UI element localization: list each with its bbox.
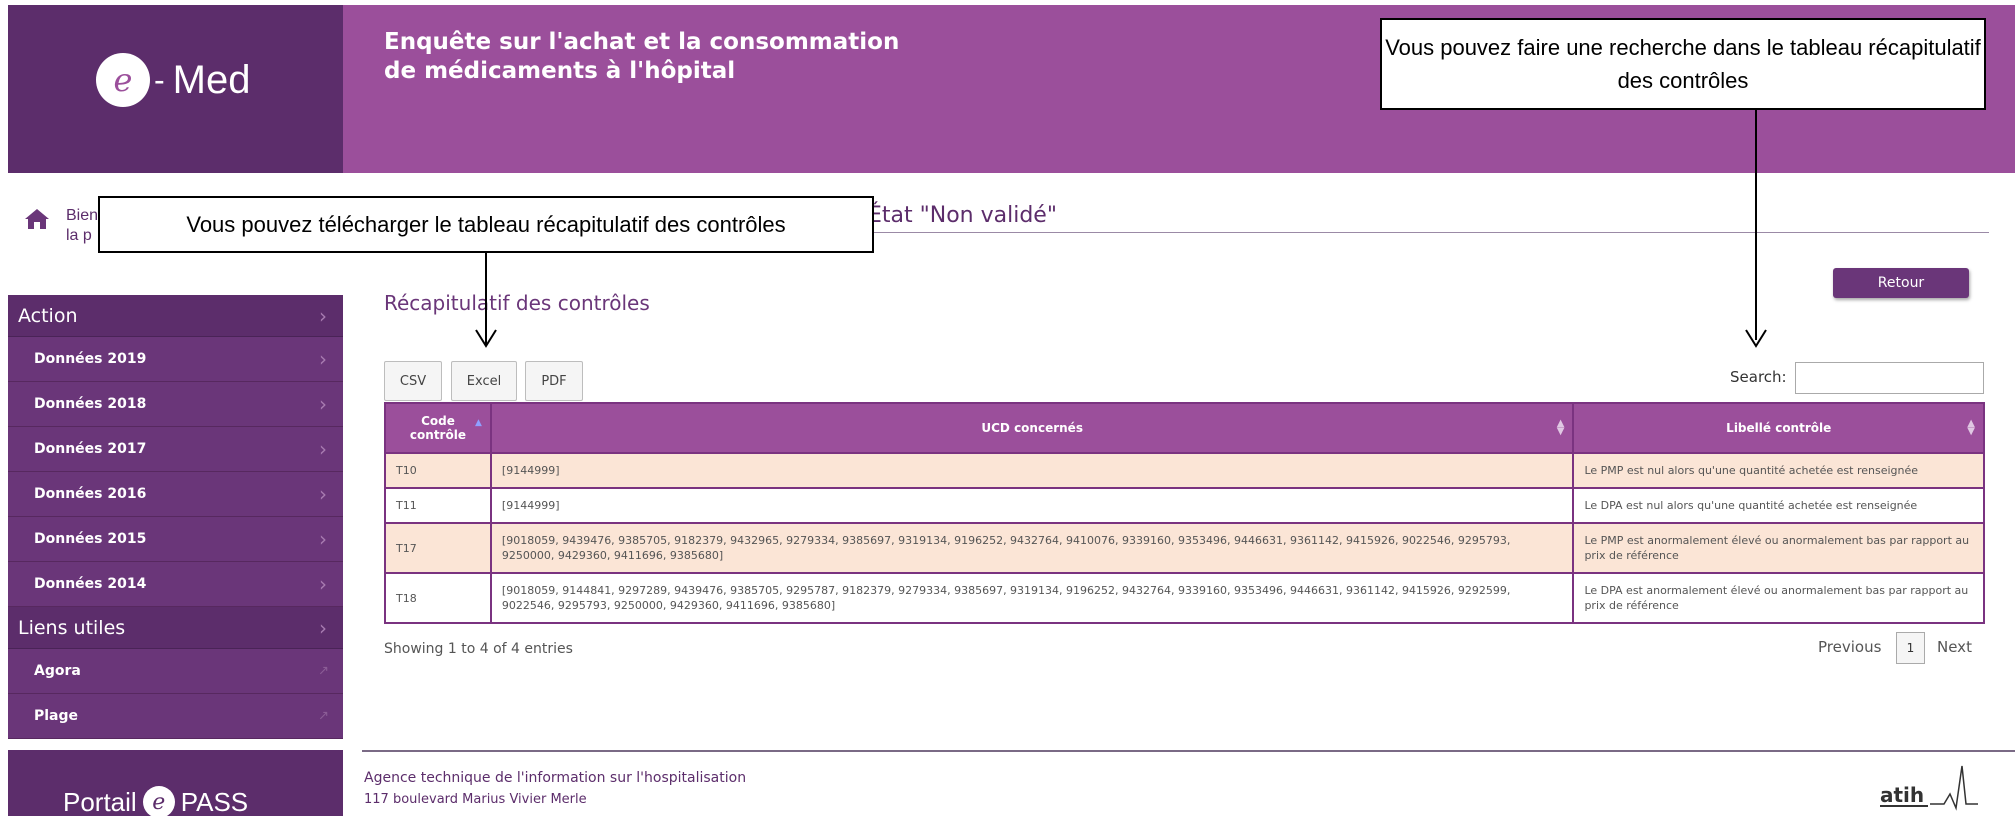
- cell-ucd: [9018059, 9439476, 9385705, 9182379, 943…: [489, 522, 1575, 574]
- chevron-right-icon: ›: [319, 392, 327, 416]
- footer-address: 117 boulevard Marius Vivier Merle: [364, 792, 587, 807]
- col-header-libelle-label: Libellé contrôle: [1726, 421, 1832, 435]
- cell-code: T10: [384, 452, 492, 489]
- heading-line-1: Enquête sur l'achat et la consommation: [384, 29, 900, 55]
- csv-export-button[interactable]: CSV: [384, 361, 442, 401]
- sidebar-section-liens-utiles[interactable]: Liens utiles ›: [8, 607, 343, 649]
- cell-ucd: [9144999]: [489, 452, 1575, 489]
- retour-button[interactable]: Retour: [1833, 268, 1969, 298]
- sidebar-item-label: Agora: [34, 663, 81, 679]
- sidebar-item-donnees-2016[interactable]: Données 2016 ›: [8, 472, 343, 517]
- sidebar-item-label: Plage: [34, 708, 79, 724]
- col-header-code[interactable]: Code contrôle ▲: [384, 402, 492, 454]
- sidebar-item-donnees-2019[interactable]: Données 2019 ›: [8, 337, 343, 382]
- page-heading: Enquête sur l'achat et la consommation d…: [384, 28, 1084, 86]
- sort-icon: ▲ ▼: [1556, 418, 1565, 437]
- sort-asc-icon: ▲: [475, 418, 482, 428]
- footer-divider: [362, 750, 2015, 752]
- table-row: T11 [9144999] Le DPA est nul alors qu'un…: [384, 487, 1985, 524]
- chevron-right-icon: ›: [319, 572, 327, 596]
- sidebar-link-agora[interactable]: Agora ↗: [8, 649, 343, 694]
- col-header-libelle[interactable]: Libellé contrôle ▲ ▼: [1572, 402, 1985, 454]
- logo-dash: -: [154, 61, 165, 98]
- sidebar-item-label: Données 2014: [34, 576, 147, 592]
- section-title: Récapitulatif des contrôles: [384, 291, 650, 315]
- external-link-icon: ↗: [318, 708, 329, 724]
- sidebar-item-label: Données 2019: [34, 351, 147, 367]
- portail-pass-logo[interactable]: Portail e PASS: [8, 750, 343, 816]
- col-header-ucd[interactable]: UCD concernés ▲ ▼: [489, 402, 1575, 454]
- footer-org-name: Agence technique de l'information sur l'…: [364, 770, 747, 786]
- download-callout: Vous pouvez télécharger le tableau récap…: [98, 196, 874, 253]
- cell-ucd: [9018059, 9144841, 9297289, 9439476, 938…: [489, 572, 1575, 624]
- chevron-right-icon: ›: [319, 527, 327, 551]
- sidebar: Action › Données 2019 › Données 2018 › D…: [8, 295, 343, 739]
- col-header-ucd-label: UCD concernés: [981, 421, 1083, 435]
- breadcrumb: Bien la p: [66, 206, 98, 246]
- chevron-right-icon: ›: [319, 347, 327, 371]
- cell-code: T18: [384, 572, 492, 624]
- excel-export-button[interactable]: Excel: [451, 361, 517, 401]
- col-header-code-line2: contrôle: [409, 428, 466, 442]
- cell-libelle: Le DPA est anormalement élevé ou anormal…: [1572, 572, 1985, 624]
- cell-libelle: Le PMP est nul alors qu'une quantité ach…: [1572, 452, 1985, 489]
- previous-page-button[interactable]: Previous: [1818, 638, 1881, 656]
- portail-e-circle: e: [142, 786, 175, 816]
- breadcrumb-line-1: Bien: [66, 207, 99, 224]
- chevron-right-icon: ›: [319, 482, 327, 506]
- chevron-right-icon: ›: [319, 303, 327, 328]
- sidebar-item-label: Données 2018: [34, 396, 147, 412]
- cell-libelle: Le DPA est nul alors qu'une quantité ach…: [1572, 487, 1985, 524]
- sidebar-section-label: Action: [18, 304, 78, 327]
- chevron-right-icon: ›: [319, 437, 327, 461]
- svg-text:atih: atih: [1880, 783, 1924, 807]
- sidebar-item-donnees-2017[interactable]: Données 2017 ›: [8, 427, 343, 472]
- status-state: État "Non validé": [868, 203, 1057, 228]
- search-label: Search:: [1730, 368, 1787, 386]
- table-row: T17 [9018059, 9439476, 9385705, 9182379,…: [384, 522, 1985, 574]
- page-1-button[interactable]: 1: [1896, 632, 1925, 664]
- pdf-export-button[interactable]: PDF: [525, 361, 583, 401]
- pass-label: PASS: [180, 786, 249, 816]
- heading-line-2: de médicaments à l'hôpital: [384, 58, 736, 84]
- atih-logo[interactable]: atih: [1878, 764, 1988, 816]
- sidebar-section-action[interactable]: Action ›: [8, 295, 343, 337]
- search-arrow-line: [1755, 110, 1757, 340]
- logo-area[interactable]: e - Med: [8, 5, 343, 173]
- sidebar-item-label: Données 2015: [34, 531, 147, 547]
- home-icon[interactable]: [24, 208, 50, 230]
- sidebar-item-donnees-2014[interactable]: Données 2014 ›: [8, 562, 343, 607]
- search-callout: Vous pouvez faire une recherche dans le …: [1380, 18, 1986, 110]
- cell-code: T11: [384, 487, 492, 524]
- chevron-right-icon: ›: [319, 615, 327, 640]
- cell-code: T17: [384, 522, 492, 574]
- logo-e-circle: e: [96, 53, 150, 107]
- sidebar-link-plage[interactable]: Plage ↗: [8, 694, 343, 739]
- breadcrumb-divider: [874, 232, 1989, 233]
- search-arrow-head: [1745, 329, 1767, 348]
- table-header-row: Code contrôle ▲ UCD concernés ▲ ▼ Libellé…: [384, 402, 1985, 454]
- sidebar-item-donnees-2018[interactable]: Données 2018 ›: [8, 382, 343, 427]
- table-row: T10 [9144999] Le PMP est nul alors qu'un…: [384, 452, 1985, 489]
- emed-logo[interactable]: e - Med: [96, 50, 250, 110]
- search-input[interactable]: [1795, 362, 1984, 394]
- controls-table: Code contrôle ▲ UCD concernés ▲ ▼ Libellé…: [384, 402, 1985, 624]
- table-row: T18 [9018059, 9144841, 9297289, 9439476,…: [384, 572, 1985, 624]
- portail-pass-text: Portail e PASS: [63, 786, 248, 816]
- breadcrumb-line-2: la p: [66, 227, 92, 244]
- sidebar-item-label: Données 2016: [34, 486, 147, 502]
- sidebar-item-label: Données 2017: [34, 441, 147, 457]
- next-page-button[interactable]: Next: [1937, 638, 1972, 656]
- sort-icon: ▲ ▼: [1967, 418, 1975, 437]
- sidebar-item-donnees-2015[interactable]: Données 2015 ›: [8, 517, 343, 562]
- download-arrow-head: [475, 329, 497, 348]
- cell-ucd: [9144999]: [489, 487, 1575, 524]
- logo-text: Med: [172, 57, 251, 102]
- portail-label: Portail: [63, 786, 137, 816]
- external-link-icon: ↗: [318, 663, 329, 679]
- table-info: Showing 1 to 4 of 4 entries: [384, 641, 573, 657]
- cell-libelle: Le PMP est anormalement élevé ou anormal…: [1572, 522, 1985, 574]
- sidebar-section-label: Liens utiles: [18, 616, 126, 639]
